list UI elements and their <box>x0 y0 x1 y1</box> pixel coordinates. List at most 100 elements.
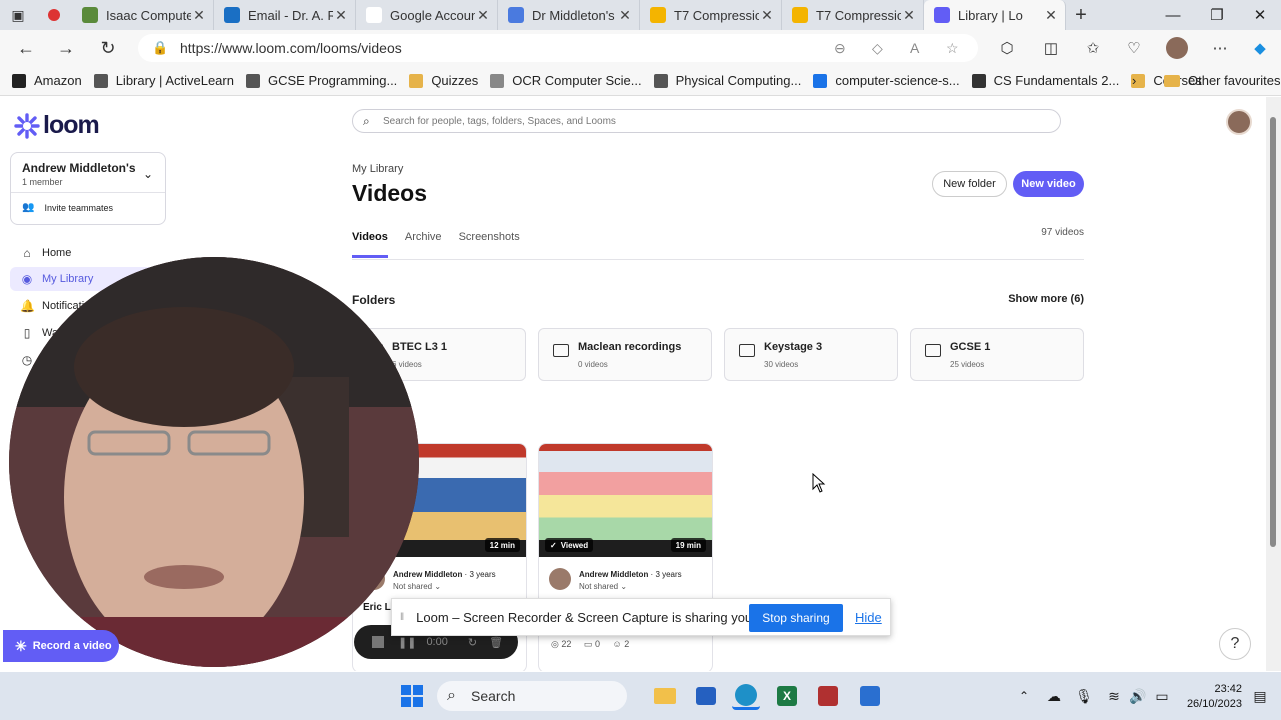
new-video-button[interactable]: New video <box>1013 171 1084 197</box>
sidebar-item-home[interactable]: ⌂ Home <box>10 241 166 265</box>
sharing-message: Loom – Screen Recorder & Screen Capture … <box>416 609 803 625</box>
browser-tab[interactable]: Email - Dr. A. R ✕ <box>214 0 356 30</box>
extension-icon[interactable]: ◇ <box>872 34 883 62</box>
new-folder-button[interactable]: New folder <box>932 171 1007 197</box>
folder-card[interactable]: GCSE 1 25 videos <box>910 328 1084 381</box>
trash-icon[interactable]: 🗑 <box>489 636 503 649</box>
browser-tab[interactable]: T7 Compression✕ <box>640 0 782 30</box>
webcam-bubble[interactable] <box>9 257 419 667</box>
record-label: Record a video <box>32 640 112 652</box>
scrollbar-thumb[interactable] <box>1270 117 1276 547</box>
share-status[interactable]: Not shared ⌄ <box>579 582 627 591</box>
browser-tab[interactable]: Google Account ✕ <box>356 0 498 30</box>
tab-title: Library | Lo <box>958 7 1023 23</box>
profile-icon[interactable] <box>1165 36 1189 60</box>
bell-icon: 🔔 <box>20 299 35 313</box>
browser-essentials-icon[interactable]: ♡ <box>1122 36 1146 60</box>
close-tab-icon[interactable]: ✕ <box>617 7 633 24</box>
search-input[interactable]: ⌕ Search for people, tags, folders, Spac… <box>352 109 1061 133</box>
video-title[interactable]: Eric Li <box>363 602 394 613</box>
minimize-button[interactable]: — <box>1151 0 1195 30</box>
forms-icon[interactable] <box>856 682 884 710</box>
loom-logo[interactable]: loom <box>14 111 100 140</box>
taskbar-search-label: Search <box>471 688 516 704</box>
extensions-icon[interactable]: ⬡ <box>995 36 1019 60</box>
notifications-icon[interactable]: ▤ <box>1246 682 1274 710</box>
stop-icon[interactable] <box>372 636 384 648</box>
video-author[interactable]: Andrew Middleton <box>579 570 648 579</box>
close-tab-icon[interactable]: ✕ <box>475 7 491 24</box>
maximize-button[interactable]: ❐ <box>1195 0 1239 30</box>
microphone-icon[interactable]: 🎙 <box>1070 682 1098 710</box>
share-status[interactable]: Not shared ⌄ <box>393 582 441 591</box>
video-author[interactable]: Andrew Middleton <box>393 570 462 579</box>
restart-icon[interactable]: ↻ <box>468 636 477 649</box>
invite-teammates-link[interactable]: 👥 Invite teammates <box>22 202 113 213</box>
chevron-down-icon[interactable]: ⌄ <box>143 167 153 181</box>
bookmark-item[interactable]: Library | ActiveLearn <box>93 73 234 88</box>
folder-card[interactable]: Maclean recordings 0 videos <box>538 328 712 381</box>
close-window-button[interactable]: ✕ <box>1238 0 1281 30</box>
file-explorer-icon[interactable] <box>651 682 679 710</box>
onedrive-icon[interactable]: ☁ <box>1040 682 1068 710</box>
taskbar-clock[interactable]: 23:42 26/10/2023 <box>1180 682 1242 712</box>
chevron-up-icon[interactable]: ⌃ <box>1010 682 1038 710</box>
tab-favicon-icon <box>366 7 382 23</box>
tab-archive[interactable]: Archive <box>405 231 442 258</box>
forward-icon[interactable]: → <box>46 38 86 59</box>
folder-name: Maclean recordings <box>578 341 682 353</box>
app-icon[interactable] <box>814 682 842 710</box>
stop-sharing-button[interactable]: Stop sharing <box>749 604 843 632</box>
back-icon[interactable]: ← <box>6 38 46 59</box>
bookmark-item[interactable]: Amazon <box>12 73 82 88</box>
more-menu-icon[interactable]: ⋯ <box>1208 36 1232 60</box>
bookmark-other-favourites[interactable]: Other favourites <box>1164 73 1281 88</box>
read-aloud-icon[interactable]: A <box>910 34 919 62</box>
split-screen-icon[interactable]: ◫ <box>1039 36 1063 60</box>
video-card[interactable]: ✓ Viewed 19 min Andrew Middleton · 3 year… <box>538 443 713 671</box>
browser-tab[interactable]: Dr Middleton's Y✕ <box>498 0 640 30</box>
bookmark-item[interactable]: OCR Computer Scie... <box>490 73 642 88</box>
help-button[interactable]: ? <box>1219 628 1251 660</box>
workspace-switcher[interactable]: Andrew Middleton's W... 1 member ⌄ 👥 Inv… <box>10 152 166 225</box>
tab-screenshots[interactable]: Screenshots <box>459 231 520 258</box>
zoom-icon[interactable]: ⊖ <box>834 34 846 62</box>
bookmarks-overflow-icon[interactable]: › <box>1132 73 1136 88</box>
windows-start-icon[interactable] <box>398 682 426 710</box>
bookmark-item[interactable]: GCSE Programming... <box>245 73 397 88</box>
taskbar-search[interactable]: ⌕ Search <box>437 681 627 711</box>
tab-videos[interactable]: Videos <box>352 231 388 258</box>
browser-tab[interactable]: Isaac Computer ✕ <box>72 0 214 30</box>
pause-icon[interactable]: ❚❚ <box>398 636 416 649</box>
avatar[interactable] <box>1226 109 1252 135</box>
folder-card[interactable]: Keystage 3 30 videos <box>724 328 898 381</box>
refresh-icon[interactable]: ↻ <box>88 38 128 59</box>
close-tab-icon[interactable]: ✕ <box>191 7 207 24</box>
browser-tab[interactable]: Library | Lo ✕ <box>924 0 1066 30</box>
close-tab-icon[interactable]: ✕ <box>333 7 349 24</box>
edge-icon[interactable] <box>732 682 760 710</box>
close-tab-icon[interactable]: ✕ <box>901 7 917 24</box>
hide-link[interactable]: Hide <box>855 610 882 625</box>
close-tab-icon[interactable]: ✕ <box>759 7 775 24</box>
excel-icon[interactable]: X <box>773 682 801 710</box>
favorite-star-icon[interactable]: ☆ <box>946 34 959 62</box>
drag-handle-icon[interactable]: ‖ <box>400 612 404 623</box>
scrollbar[interactable] <box>1266 97 1281 671</box>
breadcrumb[interactable]: My Library <box>352 163 403 175</box>
bookmark-item[interactable]: computer-science-s... <box>813 73 960 88</box>
bookmark-item[interactable]: Physical Computing... <box>653 73 801 88</box>
show-more-link[interactable]: Show more (6) <box>1004 293 1084 305</box>
workspaces-icon[interactable]: ▣ <box>0 0 36 30</box>
record-video-button[interactable]: ✳ Record a video <box>3 630 119 662</box>
browser-tab[interactable]: T7 Compression✕ <box>782 0 924 30</box>
close-tab-icon[interactable]: ✕ <box>1043 7 1059 24</box>
bookmark-item[interactable]: Quizzes <box>409 73 478 88</box>
bookmark-item[interactable]: CS Fundamentals 2... <box>971 73 1119 88</box>
favorites-icon[interactable]: ✩ <box>1081 36 1105 60</box>
new-tab-button[interactable]: + <box>1066 0 1096 30</box>
battery-icon[interactable]: ▭ <box>1148 682 1176 710</box>
copilot-icon[interactable]: ◆ <box>1248 36 1272 60</box>
url-field[interactable]: 🔒 https://www.loom.com/looms/videos ⊖ ◇ … <box>138 34 978 62</box>
store-icon[interactable] <box>692 682 720 710</box>
